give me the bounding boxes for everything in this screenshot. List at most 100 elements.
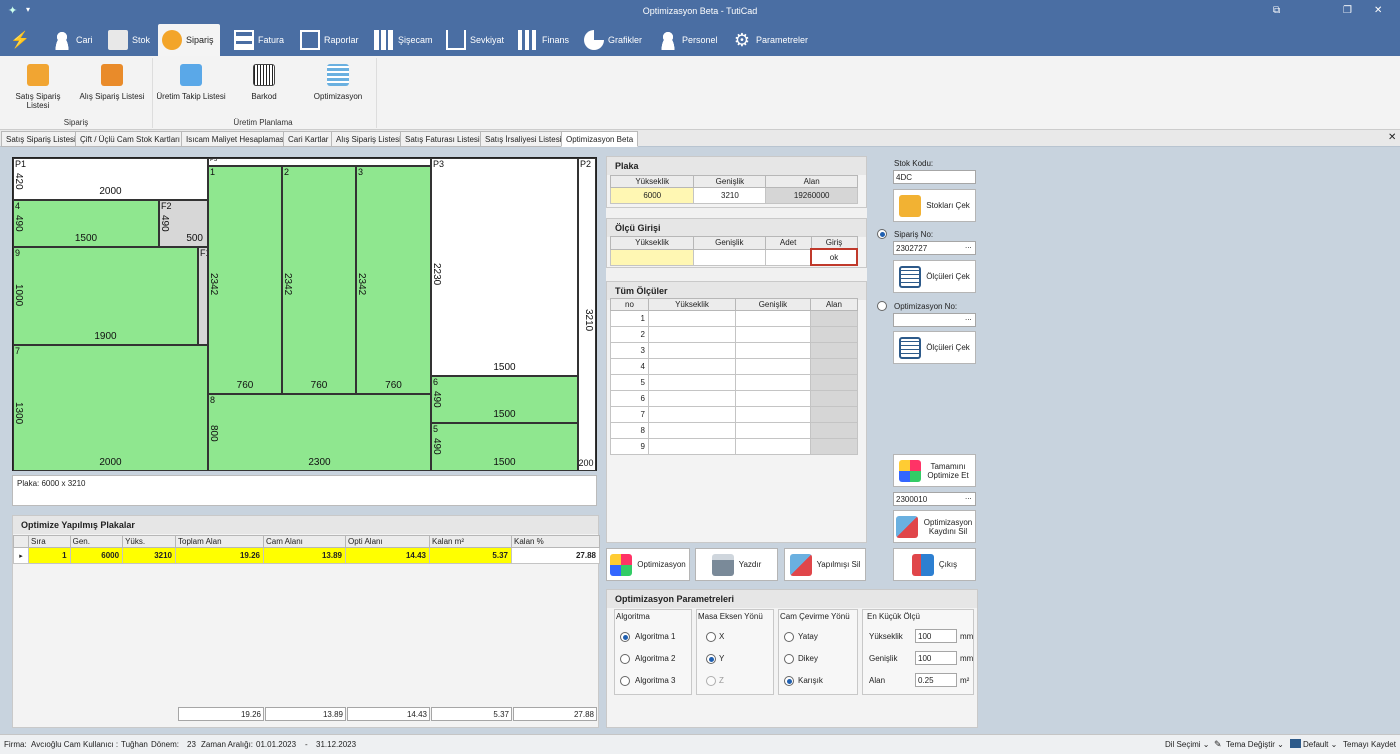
piece-p3[interactable]: P3 2230 1500: [431, 158, 578, 376]
restore-icon[interactable]: ⧉: [1273, 5, 1280, 16]
menu-personel[interactable]: Personel: [654, 24, 722, 56]
cutting-layout[interactable]: P14202000 4 490 1500 F2 490 500 9 1000 1900 F1…: [12, 157, 597, 471]
algoritma3-radio[interactable]: [620, 676, 630, 686]
alis-siparis-button[interactable]: Alış Sipariş Listesi: [78, 64, 146, 101]
table-row[interactable]: 5: [610, 374, 859, 391]
tab-satis-faturasi[interactable]: Satış Faturası Listesi: [400, 131, 485, 147]
tab-cift-uclu[interactable]: Çift / Üçlü Cam Stok Kartları: [75, 131, 186, 147]
dikey-radio[interactable]: [784, 654, 794, 664]
col-kalan-pct[interactable]: Kalan %: [511, 535, 600, 548]
algoritma2-radio[interactable]: [620, 654, 630, 664]
piece-7[interactable]: 7 1300 2000: [13, 345, 208, 471]
piece-f2[interactable]: F2 490 500: [159, 200, 208, 247]
tab-alis-siparis[interactable]: Alış Sipariş Listesi: [331, 131, 406, 147]
piece-5[interactable]: 5 490 1500: [431, 423, 578, 471]
cikis-button[interactable]: Çıkış: [893, 548, 976, 581]
yapilmisi-sil-button[interactable]: Yapılmışı Sil: [784, 548, 866, 581]
stok-kodu-input[interactable]: 4DC: [893, 170, 976, 184]
piece-2[interactable]: 2 2342 760: [282, 166, 356, 394]
masa-x-radio[interactable]: [706, 632, 716, 642]
siparis-no-input[interactable]: 2302727: [893, 241, 976, 255]
optimizasyon-ribbon-button[interactable]: Optimizasyon: [308, 64, 368, 101]
table-row[interactable]: 3: [610, 342, 859, 359]
karisik-radio[interactable]: [784, 676, 794, 686]
col-yuks[interactable]: Yüks.: [122, 535, 176, 548]
table-row[interactable]: 9: [610, 438, 859, 455]
col-cam[interactable]: Cam Alanı: [263, 535, 346, 548]
menu-siparis[interactable]: Sipariş: [158, 24, 220, 56]
yatay-radio[interactable]: [784, 632, 794, 642]
close-tab-icon[interactable]: ✕: [1388, 132, 1396, 143]
piece-1[interactable]: 1 2342 760: [208, 166, 282, 394]
optimizasyon-no-radio[interactable]: [877, 301, 887, 311]
menu-cari[interactable]: Cari: [48, 24, 97, 56]
tab-optimizasyon-beta[interactable]: Optimizasyon Beta: [561, 131, 639, 147]
olcu-adet-input[interactable]: [764, 248, 812, 266]
menu-sisecam[interactable]: Şişecam: [370, 24, 437, 56]
piece-f1[interactable]: F1: [198, 247, 208, 345]
table-row[interactable]: 7: [610, 406, 859, 423]
barkod-button[interactable]: Barkod: [238, 64, 290, 101]
siparis-ellipsis-button[interactable]: ...: [965, 241, 972, 250]
table-row[interactable]: 1: [610, 310, 859, 327]
menu-fatura[interactable]: Fatura: [230, 24, 288, 56]
piece-3[interactable]: 3 2342 760: [356, 166, 431, 394]
piece-p2[interactable]: P2 3210 200: [578, 158, 596, 471]
masa-z-radio[interactable]: [706, 676, 716, 686]
uretim-takip-button[interactable]: Üretim Takip Listesi: [156, 64, 226, 101]
default-dropdown[interactable]: Default ⌄: [1303, 740, 1337, 749]
opt-no-input-2[interactable]: 2300010: [893, 492, 976, 506]
col-opti[interactable]: Opti Alanı: [345, 535, 430, 548]
table-row[interactable]: 2: [610, 326, 859, 343]
olcu-ok-button[interactable]: ok: [810, 248, 858, 266]
dil-secimi-dropdown[interactable]: Dil Seçimi ⌄: [1165, 740, 1209, 749]
piece-9[interactable]: 9 1000 1900: [13, 247, 198, 345]
olcu-genislik-input[interactable]: [693, 248, 766, 266]
plaka-genislik[interactable]: 3210: [693, 187, 767, 204]
menu-sevkiyat[interactable]: Sevkiyat: [442, 24, 508, 56]
piece-8[interactable]: 8 800 2300: [208, 394, 431, 471]
siparis-no-radio[interactable]: [877, 229, 887, 239]
menu-raporlar[interactable]: Raporlar: [296, 24, 363, 56]
col-gen[interactable]: Gen.: [69, 535, 124, 548]
table-row[interactable]: 8: [610, 422, 859, 439]
piece-6[interactable]: 6 490 1500: [431, 376, 578, 423]
satis-siparis-button[interactable]: Satış Sipariş Listesi: [4, 64, 72, 110]
col-kalan-m2[interactable]: Kalan m²: [429, 535, 512, 548]
col-sira[interactable]: Sıra: [28, 535, 71, 548]
optimizasyon-button[interactable]: Optimizasyon: [606, 548, 690, 581]
table-row[interactable]: 4: [610, 358, 859, 375]
menu-grafikler[interactable]: Grafikler: [580, 24, 646, 56]
yazdir-button[interactable]: Yazdır: [695, 548, 778, 581]
kaydini-sil-button[interactable]: Optimizasyon Kaydını Sil: [893, 510, 976, 543]
piece-4[interactable]: 4 490 1500: [13, 200, 159, 247]
min-yukseklik-input[interactable]: 100: [915, 629, 957, 643]
optimizasyon-no-input[interactable]: [893, 313, 976, 327]
tab-satis-irsaliyesi[interactable]: Satış İrsaliyesi Listesi: [480, 131, 567, 147]
stoklari-cek-button[interactable]: Stokları Çek: [893, 189, 976, 222]
col-toplam[interactable]: Toplam Alan: [175, 535, 264, 548]
close-icon[interactable]: ✕: [1374, 5, 1382, 16]
tab-cari-kartlar[interactable]: Cari Kartlar: [283, 131, 334, 147]
piece-p3-top[interactable]: P3: [208, 158, 431, 166]
tamamini-optimize-button[interactable]: Tamamını Optimize Et: [893, 454, 976, 487]
temayi-kaydet-button[interactable]: Temayı Kaydet: [1343, 740, 1396, 749]
tema-degistir-dropdown[interactable]: Tema Değiştir ⌄: [1226, 740, 1284, 749]
piece-p1[interactable]: P1 420 2000: [13, 158, 208, 200]
olcu-yukseklik-input[interactable]: [609, 248, 695, 266]
min-genislik-input[interactable]: 100: [915, 651, 957, 665]
menu-stok[interactable]: Stok: [104, 24, 154, 56]
menu-finans[interactable]: Finans: [514, 24, 573, 56]
menu-parametreler[interactable]: ⚙ Parametreler: [728, 24, 812, 56]
masa-y-radio[interactable]: [706, 654, 716, 664]
opt2-ellipsis-button[interactable]: ...: [965, 492, 972, 501]
tab-isicam[interactable]: Isıcam Maliyet Hesaplaması: [181, 131, 292, 147]
olculeri-cek-button-1[interactable]: Ölçüleri Çek: [893, 260, 976, 293]
olculeri-cek-button-2[interactable]: Ölçüleri Çek: [893, 331, 976, 364]
opt-ellipsis-button[interactable]: ...: [965, 313, 972, 322]
algoritma1-radio[interactable]: [620, 632, 630, 642]
home-icon[interactable]: ⚡: [10, 30, 30, 50]
min-alan-input[interactable]: 0.25: [915, 673, 957, 687]
tab-satis-siparis[interactable]: Satış Sipariş Listesi: [1, 131, 81, 147]
table-row[interactable]: ▸ 1 6000 3210 19.26 13.89 14.43 5.37 27.…: [13, 547, 600, 564]
